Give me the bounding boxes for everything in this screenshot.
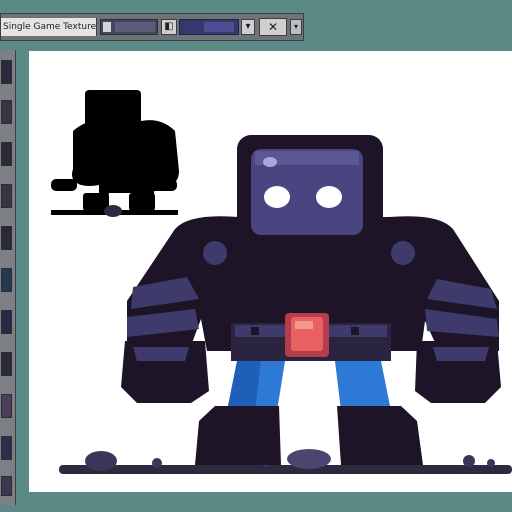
layer-toggle-button[interactable]: ◧ bbox=[161, 19, 177, 35]
tool-slot-8[interactable] bbox=[1, 352, 12, 376]
ground-shadow bbox=[59, 449, 512, 474]
tool-slot-4[interactable] bbox=[1, 184, 12, 208]
silhouette-preview bbox=[51, 90, 179, 217]
window-titlebar: Single Game Texture ◧ ▾ ✕ ▾ bbox=[0, 13, 304, 41]
close-button[interactable]: ✕ bbox=[259, 18, 287, 36]
robot-body bbox=[121, 216, 501, 465]
tool-slot-1[interactable] bbox=[1, 60, 12, 84]
window-menu-button[interactable]: ▾ bbox=[290, 19, 302, 35]
color-field-swatch-secondary bbox=[204, 22, 234, 32]
color-field-primary[interactable] bbox=[100, 19, 158, 35]
color-field-cap bbox=[103, 22, 111, 32]
robot-sprite-artwork bbox=[51, 90, 512, 474]
tool-slot-10[interactable] bbox=[1, 436, 12, 460]
tool-slot-9[interactable] bbox=[1, 394, 12, 418]
color-field-swatch bbox=[115, 22, 155, 32]
robot-head bbox=[237, 135, 383, 245]
tool-palette bbox=[0, 50, 16, 505]
tool-slot-5[interactable] bbox=[1, 226, 12, 250]
tool-slot-3[interactable] bbox=[1, 142, 12, 166]
tool-slot-11[interactable] bbox=[1, 476, 12, 496]
color-field-secondary[interactable] bbox=[179, 19, 239, 35]
dropdown-button[interactable]: ▾ bbox=[241, 19, 255, 35]
drawing-canvas[interactable] bbox=[29, 51, 512, 492]
tool-slot-7[interactable] bbox=[1, 310, 12, 334]
window-title: Single Game Texture bbox=[1, 18, 97, 36]
tool-slot-2[interactable] bbox=[1, 100, 12, 124]
tool-slot-6[interactable] bbox=[1, 268, 12, 292]
